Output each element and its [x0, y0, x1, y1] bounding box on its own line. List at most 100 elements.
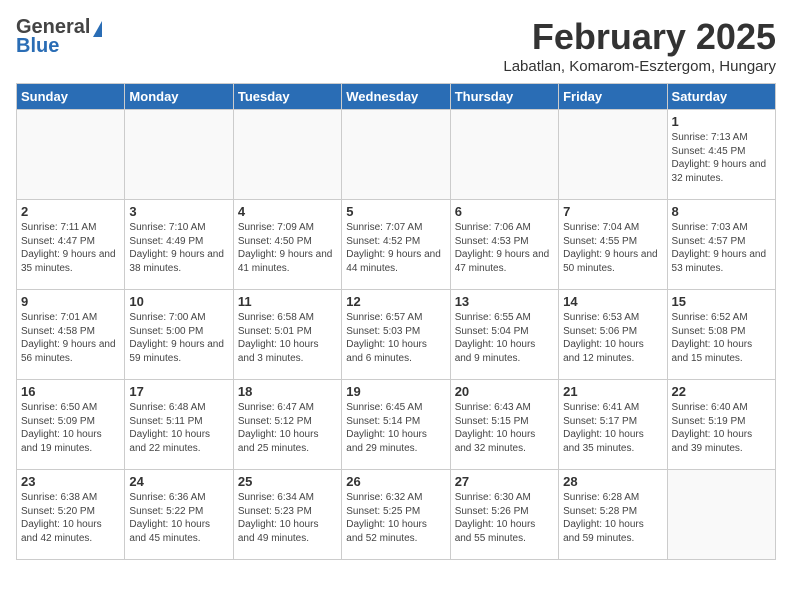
- day-info: Sunrise: 7:00 AM Sunset: 5:00 PM Dayligh…: [129, 311, 228, 365]
- day-number: 4: [238, 204, 337, 219]
- page-header: General Blue February 2025 Labatlan, Kom…: [16, 16, 776, 75]
- day-info: Sunrise: 6:45 AM Sunset: 5:14 PM Dayligh…: [346, 401, 445, 455]
- table-row: [667, 470, 775, 560]
- logo-blue-text: Blue: [16, 35, 59, 58]
- day-info: Sunrise: 6:57 AM Sunset: 5:03 PM Dayligh…: [346, 311, 445, 365]
- day-number: 21: [563, 384, 662, 399]
- table-row: 5 Sunrise: 7:07 AM Sunset: 4:52 PM Daylig…: [342, 200, 450, 290]
- calendar-header-row: Sunday Monday Tuesday Wednesday Thursday…: [17, 84, 776, 110]
- day-info: Sunrise: 6:36 AM Sunset: 5:22 PM Dayligh…: [129, 491, 228, 545]
- day-number: 7: [563, 204, 662, 219]
- col-thursday: Thursday: [450, 84, 558, 110]
- day-info: Sunrise: 6:53 AM Sunset: 5:06 PM Dayligh…: [563, 311, 662, 365]
- table-row: 19 Sunrise: 6:45 AM Sunset: 5:14 PM Dayli…: [342, 380, 450, 470]
- table-row: 24 Sunrise: 6:36 AM Sunset: 5:22 PM Dayli…: [125, 470, 233, 560]
- day-info: Sunrise: 6:40 AM Sunset: 5:19 PM Dayligh…: [672, 401, 771, 455]
- day-info: Sunrise: 6:41 AM Sunset: 5:17 PM Dayligh…: [563, 401, 662, 455]
- day-number: 25: [238, 474, 337, 489]
- table-row: 2 Sunrise: 7:11 AM Sunset: 4:47 PM Daylig…: [17, 200, 125, 290]
- calendar-week-row: 23 Sunrise: 6:38 AM Sunset: 5:20 PM Dayli…: [17, 470, 776, 560]
- table-row: [450, 110, 558, 200]
- table-row: 21 Sunrise: 6:41 AM Sunset: 5:17 PM Dayli…: [559, 380, 667, 470]
- table-row: 16 Sunrise: 6:50 AM Sunset: 5:09 PM Dayli…: [17, 380, 125, 470]
- calendar-week-row: 1 Sunrise: 7:13 AM Sunset: 4:45 PM Daylig…: [17, 110, 776, 200]
- col-sunday: Sunday: [17, 84, 125, 110]
- col-monday: Monday: [125, 84, 233, 110]
- day-number: 1: [672, 114, 771, 129]
- day-number: 26: [346, 474, 445, 489]
- day-number: 18: [238, 384, 337, 399]
- table-row: 3Sunrise: 7:10 AM Sunset: 4:49 PM Daylig…: [125, 200, 233, 290]
- day-info: Sunrise: 6:32 AM Sunset: 5:25 PM Dayligh…: [346, 491, 445, 545]
- table-row: [17, 110, 125, 200]
- day-info: Sunrise: 7:06 AM Sunset: 4:53 PM Dayligh…: [455, 221, 554, 275]
- table-row: 22 Sunrise: 6:40 AM Sunset: 5:19 PM Dayli…: [667, 380, 775, 470]
- day-number: 16: [21, 384, 120, 399]
- day-number: 23: [21, 474, 120, 489]
- col-saturday: Saturday: [667, 84, 775, 110]
- day-number: 28: [563, 474, 662, 489]
- day-info: Sunrise: 6:43 AM Sunset: 5:15 PM Dayligh…: [455, 401, 554, 455]
- table-row: 28 Sunrise: 6:28 AM Sunset: 5:28 PM Dayli…: [559, 470, 667, 560]
- day-info: Sunrise: 6:55 AM Sunset: 5:04 PM Dayligh…: [455, 311, 554, 365]
- day-info: Sunrise: 6:48 AM Sunset: 5:11 PM Dayligh…: [129, 401, 228, 455]
- calendar-week-row: 2 Sunrise: 7:11 AM Sunset: 4:47 PM Daylig…: [17, 200, 776, 290]
- day-info: Sunrise: 6:38 AM Sunset: 5:20 PM Dayligh…: [21, 491, 120, 545]
- day-number: 27: [455, 474, 554, 489]
- day-number: 2: [21, 204, 120, 219]
- table-row: 15Sunrise: 6:52 AM Sunset: 5:08 PM Dayli…: [667, 290, 775, 380]
- day-info: Sunrise: 7:07 AM Sunset: 4:52 PM Dayligh…: [346, 221, 445, 275]
- calendar-week-row: 16 Sunrise: 6:50 AM Sunset: 5:09 PM Dayli…: [17, 380, 776, 470]
- table-row: 14 Sunrise: 6:53 AM Sunset: 5:06 PM Dayli…: [559, 290, 667, 380]
- day-number: 12: [346, 294, 445, 309]
- day-number: 13: [455, 294, 554, 309]
- month-year-title: February 2025: [503, 16, 776, 58]
- table-row: 12 Sunrise: 6:57 AM Sunset: 5:03 PM Dayli…: [342, 290, 450, 380]
- day-number: 9: [21, 294, 120, 309]
- table-row: 7 Sunrise: 7:04 AM Sunset: 4:55 PM Daylig…: [559, 200, 667, 290]
- day-info: Sunrise: 7:01 AM Sunset: 4:58 PM Dayligh…: [21, 311, 120, 365]
- table-row: 26 Sunrise: 6:32 AM Sunset: 5:25 PM Dayli…: [342, 470, 450, 560]
- table-row: 18 Sunrise: 6:47 AM Sunset: 5:12 PM Dayli…: [233, 380, 341, 470]
- day-info: Sunrise: 7:09 AM Sunset: 4:50 PM Dayligh…: [238, 221, 337, 275]
- location-subtitle: Labatlan, Komarom-Esztergom, Hungary: [503, 58, 776, 75]
- day-number: 15: [672, 294, 771, 309]
- day-info: Sunrise: 7:11 AM Sunset: 4:47 PM Dayligh…: [21, 221, 120, 275]
- day-info: Sunrise: 6:47 AM Sunset: 5:12 PM Dayligh…: [238, 401, 337, 455]
- table-row: 23 Sunrise: 6:38 AM Sunset: 5:20 PM Dayli…: [17, 470, 125, 560]
- day-number: 6: [455, 204, 554, 219]
- table-row: 20 Sunrise: 6:43 AM Sunset: 5:15 PM Dayli…: [450, 380, 558, 470]
- col-friday: Friday: [559, 84, 667, 110]
- day-number: 22: [672, 384, 771, 399]
- table-row: 8 Sunrise: 7:03 AM Sunset: 4:57 PM Daylig…: [667, 200, 775, 290]
- table-row: 6 Sunrise: 7:06 AM Sunset: 4:53 PM Daylig…: [450, 200, 558, 290]
- col-tuesday: Tuesday: [233, 84, 341, 110]
- logo-triangle-icon: [93, 21, 102, 37]
- table-row: 1 Sunrise: 7:13 AM Sunset: 4:45 PM Daylig…: [667, 110, 775, 200]
- day-number: 14: [563, 294, 662, 309]
- day-info: Sunrise: 6:50 AM Sunset: 5:09 PM Dayligh…: [21, 401, 120, 455]
- table-row: 10Sunrise: 7:00 AM Sunset: 5:00 PM Dayli…: [125, 290, 233, 380]
- day-number: 20: [455, 384, 554, 399]
- day-info: Sunrise: 6:34 AM Sunset: 5:23 PM Dayligh…: [238, 491, 337, 545]
- day-info: Sunrise: 6:58 AM Sunset: 5:01 PM Dayligh…: [238, 311, 337, 365]
- day-number: 17: [129, 384, 228, 399]
- table-row: 9 Sunrise: 7:01 AM Sunset: 4:58 PM Daylig…: [17, 290, 125, 380]
- table-row: 27 Sunrise: 6:30 AM Sunset: 5:26 PM Dayli…: [450, 470, 558, 560]
- day-number: 5: [346, 204, 445, 219]
- day-number: 19: [346, 384, 445, 399]
- table-row: 4 Sunrise: 7:09 AM Sunset: 4:50 PM Daylig…: [233, 200, 341, 290]
- table-row: [125, 110, 233, 200]
- day-info: Sunrise: 7:13 AM Sunset: 4:45 PM Dayligh…: [672, 131, 771, 185]
- day-number: 24: [129, 474, 228, 489]
- day-info: Sunrise: 7:03 AM Sunset: 4:57 PM Dayligh…: [672, 221, 771, 275]
- day-number: 8: [672, 204, 771, 219]
- day-info: Sunrise: 7:10 AM Sunset: 4:49 PM Dayligh…: [129, 221, 228, 275]
- day-info: Sunrise: 6:28 AM Sunset: 5:28 PM Dayligh…: [563, 491, 662, 545]
- table-row: [342, 110, 450, 200]
- table-row: [559, 110, 667, 200]
- day-info: Sunrise: 7:04 AM Sunset: 4:55 PM Dayligh…: [563, 221, 662, 275]
- day-info: Sunrise: 6:30 AM Sunset: 5:26 PM Dayligh…: [455, 491, 554, 545]
- calendar-table: Sunday Monday Tuesday Wednesday Thursday…: [16, 83, 776, 560]
- table-row: [233, 110, 341, 200]
